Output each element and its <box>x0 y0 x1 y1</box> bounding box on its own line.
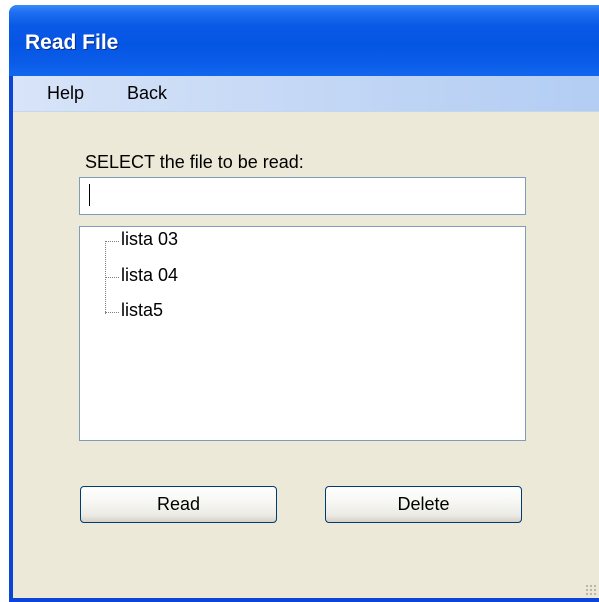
menu-item-back[interactable]: Back <box>121 83 173 104</box>
tree-item-label: lista5 <box>121 300 164 320</box>
tree-item-label: lista 03 <box>121 229 179 249</box>
tree-branch-line <box>105 312 119 313</box>
text-caret <box>89 184 90 206</box>
tree-branch-line <box>105 241 119 242</box>
resize-grip-icon[interactable] <box>585 584 597 596</box>
menu-item-help[interactable]: Help <box>41 83 90 104</box>
read-button[interactable]: Read <box>80 486 277 523</box>
file-tree-view[interactable]: lista 03 lista 04 lista5 <box>79 226 526 441</box>
read-file-window: Read File Help Back SELECT the file to b… <box>9 5 599 602</box>
window-client-area: Help Back SELECT the file to be read: li… <box>13 76 599 598</box>
file-name-input[interactable] <box>79 177 526 215</box>
delete-button[interactable]: Delete <box>325 486 522 523</box>
select-file-label: SELECT the file to be read: <box>85 152 304 172</box>
tree-branch-line <box>105 277 119 278</box>
window-title: Read File <box>25 31 119 54</box>
title-bar[interactable]: Read File <box>9 5 599 76</box>
menu-bar: Help Back <box>13 76 599 112</box>
tree-item-label: lista 04 <box>121 265 179 285</box>
